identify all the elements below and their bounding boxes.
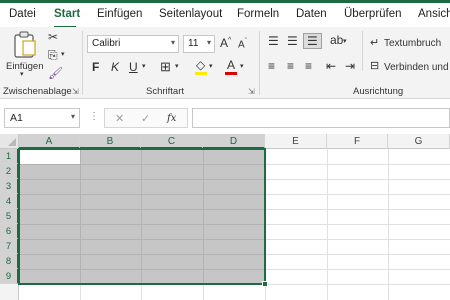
column-header-b[interactable]: B — [80, 134, 141, 149]
tab-ansicht[interactable]: Ansicht — [418, 8, 450, 20]
row-header-2[interactable]: 2 — [0, 164, 19, 179]
select-all-button[interactable] — [0, 134, 19, 149]
clipboard-icon — [14, 31, 36, 58]
copy-icon[interactable]: ⎘ — [48, 49, 58, 61]
row-header-9[interactable]: 9 — [0, 269, 19, 284]
dialog-launcher-icon[interactable]: ⇲ — [72, 87, 79, 96]
merge-center-icon[interactable]: ⊟ — [370, 61, 379, 72]
dialog-launcher-icon[interactable]: ⇲ — [248, 87, 255, 96]
formula-input[interactable] — [192, 108, 450, 128]
wrap-text-icon[interactable]: ↵ — [370, 38, 379, 49]
tab-seitenlayout[interactable]: Seitenlayout — [159, 8, 222, 20]
shrink-font-icon[interactable]: Aˇ — [238, 38, 247, 50]
column-header-f[interactable]: F — [327, 134, 388, 149]
row-header-1[interactable]: 1 — [0, 149, 19, 164]
align-top-icon[interactable]: ☰ — [268, 35, 279, 47]
worksheet-grid[interactable]: A B C D E F G 1 2 3 4 5 6 7 8 9 — [0, 134, 450, 300]
group-separator — [362, 31, 363, 71]
paste-button[interactable]: Einfügen ▾ — [4, 31, 44, 78]
tab-ueberpruefen[interactable]: Überprüfen — [344, 8, 402, 20]
ribbon: Einfügen ▾ ✂ ⎘ ▾ 🖌 Zwischenablage ⇲ Cali… — [0, 27, 450, 99]
format-painter-icon[interactable]: 🖌 — [48, 67, 63, 79]
font-size-select[interactable]: 11 ▾ — [183, 35, 215, 53]
chevron-down-icon[interactable]: ▾ — [343, 38, 347, 45]
row-header-5[interactable]: 5 — [0, 209, 19, 224]
ribbon-tabs: Datei Start Einfügen Seitenlayout Formel… — [0, 0, 450, 29]
row-header-6[interactable]: 6 — [0, 224, 19, 239]
fill-handle[interactable] — [262, 281, 268, 287]
clipboard-group-label: Zwischenablage — [3, 86, 72, 97]
insert-function-icon[interactable]: fx — [167, 113, 176, 124]
increase-indent-icon[interactable]: ⇥ — [345, 60, 355, 72]
align-right-icon[interactable]: ≡ — [305, 60, 312, 72]
chevron-down-icon[interactable]: ▾ — [209, 63, 213, 70]
column-header-a[interactable]: A — [19, 134, 80, 149]
merge-center-button[interactable]: Verbinden und z — [384, 62, 450, 73]
font-color-swatch — [225, 72, 237, 75]
align-bottom-icon[interactable]: ☰ — [303, 33, 322, 49]
splitter-handle[interactable]: ⋮ — [89, 111, 99, 122]
name-box[interactable]: A1 ▾ — [4, 108, 80, 128]
chevron-down-icon[interactable]: ▾ — [175, 63, 179, 70]
grow-font-icon[interactable]: A^ — [220, 37, 231, 49]
row-header-3[interactable]: 3 — [0, 179, 19, 194]
chevron-down-icon: ▾ — [170, 38, 175, 47]
column-header-e[interactable]: E — [265, 134, 327, 149]
name-box-value: A1 — [10, 112, 23, 124]
tab-start[interactable]: Start — [54, 8, 80, 20]
fill-color-icon[interactable]: ◇ — [196, 59, 205, 71]
chevron-down-icon[interactable]: ▾ — [142, 63, 146, 70]
formula-bar-buttons: ✕ ✓ fx — [104, 108, 188, 128]
column-header-c[interactable]: C — [141, 134, 203, 149]
font-family-select[interactable]: Calibri ▾ — [87, 35, 179, 53]
font-size-value: 11 — [188, 38, 199, 49]
row-header-7[interactable]: 7 — [0, 239, 19, 254]
chevron-down-icon: ▾ — [206, 38, 211, 47]
chevron-down-icon[interactable]: ▾ — [240, 63, 244, 70]
column-header-g[interactable]: G — [388, 134, 450, 149]
bold-button[interactable]: F — [92, 61, 99, 73]
formula-bar: A1 ▾ ⋮ ✕ ✓ fx — [0, 99, 450, 134]
tab-datei[interactable]: Datei — [9, 8, 36, 20]
fill-color-swatch — [195, 72, 207, 75]
font-group-label: Schriftart — [146, 86, 185, 97]
row-header-4[interactable]: 4 — [0, 194, 19, 209]
wrap-text-button[interactable]: Textumbruch — [384, 38, 441, 49]
paste-label: Einfügen — [6, 61, 44, 72]
tab-formeln[interactable]: Formeln — [237, 8, 279, 20]
group-separator — [82, 31, 83, 95]
decrease-indent-icon[interactable]: ⇤ — [326, 60, 336, 72]
alignment-group-label: Ausrichtung — [353, 86, 404, 97]
chevron-down-icon[interactable]: ▾ — [61, 51, 65, 58]
align-center-icon[interactable]: ≡ — [287, 60, 294, 72]
row-header-10[interactable] — [0, 284, 19, 300]
chevron-down-icon: ▾ — [20, 71, 24, 78]
chevron-down-icon: ▾ — [70, 112, 75, 121]
align-middle-icon[interactable]: ☰ — [287, 35, 298, 47]
selection-border — [18, 148, 266, 285]
row-header-8[interactable]: 8 — [0, 254, 19, 269]
borders-icon[interactable]: ⊞ — [160, 60, 171, 73]
underline-button[interactable]: U — [129, 61, 138, 73]
group-separator — [259, 31, 260, 95]
align-left-icon[interactable]: ≡ — [268, 60, 275, 72]
column-header-d[interactable]: D — [203, 134, 265, 149]
tab-daten[interactable]: Daten — [296, 8, 327, 20]
scissors-icon[interactable]: ✂ — [48, 31, 58, 43]
italic-button[interactable]: K — [111, 61, 119, 73]
font-family-value: Calibri — [92, 38, 121, 49]
font-color-icon[interactable]: A — [227, 59, 235, 71]
orientation-icon[interactable]: ab — [330, 34, 343, 46]
enter-icon[interactable]: ✓ — [141, 112, 150, 125]
cancel-icon[interactable]: ✕ — [115, 112, 124, 125]
tab-einfuegen[interactable]: Einfügen — [97, 8, 142, 20]
